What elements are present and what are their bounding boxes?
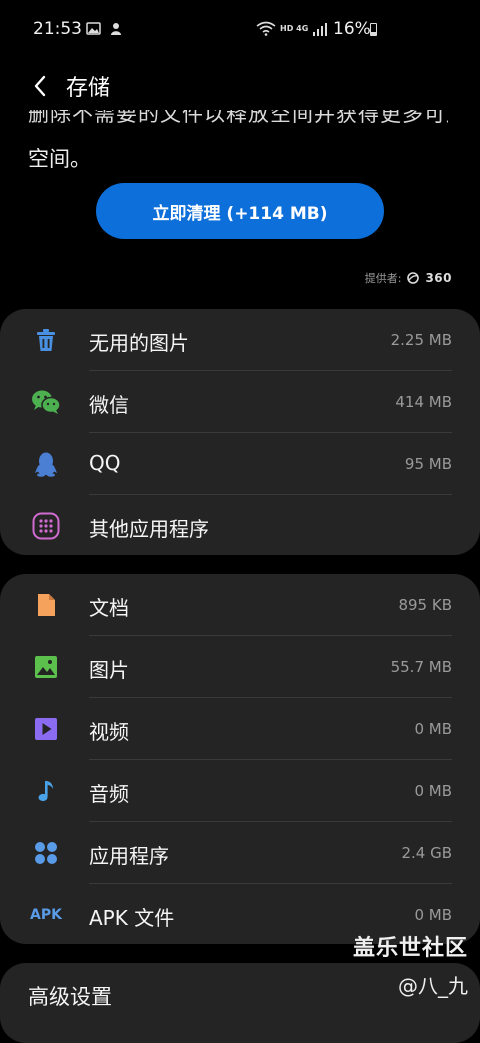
cleanup-label: 无用的图片 — [89, 331, 189, 355]
cleanup-label: 其他应用程序 — [89, 517, 209, 541]
image-icon — [30, 651, 62, 683]
category-row-images[interactable]: 图片 55.7 MB — [0, 636, 480, 698]
category-size: 0 MB — [414, 782, 452, 800]
cleanup-row-qq[interactable]: QQ 95 MB — [0, 433, 480, 495]
description-tail: 空间。 — [28, 147, 91, 171]
watermark-title: 盖乐世社区 — [352, 936, 468, 961]
chevron-left-icon — [34, 75, 46, 97]
category-card: 文档 895 KB 图片 55.7 MB 视频 0 MB 音频 0 MB 应用程… — [0, 574, 480, 944]
cleanup-label: QQ — [89, 451, 121, 475]
status-bar: 21:53 HD 4G 16% — [0, 0, 480, 60]
community-watermark: 盖乐世社区 @八_九 — [353, 930, 468, 999]
trash-icon — [30, 324, 62, 356]
description-partial-line: 删除不需要的文件以释放空间并获得更多可用 — [28, 110, 448, 126]
provider-credit: 提供者: 360 — [365, 270, 452, 286]
category-label: 文档 — [89, 596, 129, 620]
music-icon — [30, 775, 62, 807]
apk-icon-text: APK — [30, 907, 62, 923]
category-size: 0 MB — [414, 906, 452, 924]
video-icon — [30, 713, 62, 745]
category-size: 2.4 GB — [401, 844, 452, 862]
apps-grid-icon — [30, 510, 62, 542]
status-time: 21:53 — [33, 19, 82, 39]
cleanup-size: 2.25 MB — [390, 331, 452, 349]
category-label: 音频 — [89, 782, 129, 806]
category-size: 895 KB — [398, 596, 452, 614]
provider-brand: 360 — [425, 271, 452, 285]
category-label: 视频 — [89, 720, 129, 744]
document-icon — [30, 589, 62, 621]
wifi-icon — [256, 21, 276, 36]
apps-dots-icon — [30, 837, 62, 869]
360-logo-icon — [407, 272, 420, 284]
battery-percent: 16% — [333, 19, 371, 39]
description-cut-off: 删除不需要的文件以释放空间并获得更多可用 — [28, 110, 448, 130]
app-notification-icon — [111, 23, 121, 35]
category-size: 0 MB — [414, 720, 452, 738]
network-type-text: HD 4G — [280, 24, 309, 33]
cleanup-row-wechat[interactable]: 微信 414 MB — [0, 371, 480, 433]
category-row-videos[interactable]: 视频 0 MB — [0, 698, 480, 760]
wechat-icon — [30, 386, 62, 418]
category-label: APK 文件 — [89, 906, 175, 930]
cleanup-label: 微信 — [89, 393, 129, 417]
cleanup-card: 无用的图片 2.25 MB 微信 414 MB QQ 95 MB 其他应用程序 — [0, 309, 480, 555]
category-size: 55.7 MB — [390, 658, 452, 676]
gallery-notification-icon — [86, 22, 101, 35]
cleanup-size: 414 MB — [395, 393, 452, 411]
category-row-audio[interactable]: 音频 0 MB — [0, 760, 480, 822]
cleanup-row-unused-images[interactable]: 无用的图片 2.25 MB — [0, 309, 480, 371]
app-header: 存储 — [0, 60, 480, 110]
apk-icon: APK — [22, 899, 70, 931]
category-label: 图片 — [89, 658, 129, 682]
provider-label: 提供者: — [364, 272, 402, 285]
cleanup-size: 95 MB — [404, 455, 452, 473]
category-label: 应用程序 — [89, 844, 169, 868]
signal-icon — [313, 22, 328, 36]
qq-penguin-icon — [30, 448, 62, 480]
category-row-documents[interactable]: 文档 895 KB — [0, 574, 480, 636]
watermark-user: @八_九 — [398, 974, 468, 998]
clean-now-button[interactable]: 立即清理 (+114 MB) — [96, 183, 384, 239]
cleanup-row-other-apps[interactable]: 其他应用程序 — [0, 495, 480, 557]
category-row-apps[interactable]: 应用程序 2.4 GB — [0, 822, 480, 884]
advanced-settings-label: 高级设置 — [28, 985, 112, 1009]
back-button[interactable] — [22, 68, 58, 104]
page-title: 存储 — [66, 76, 111, 101]
battery-icon — [370, 23, 377, 36]
